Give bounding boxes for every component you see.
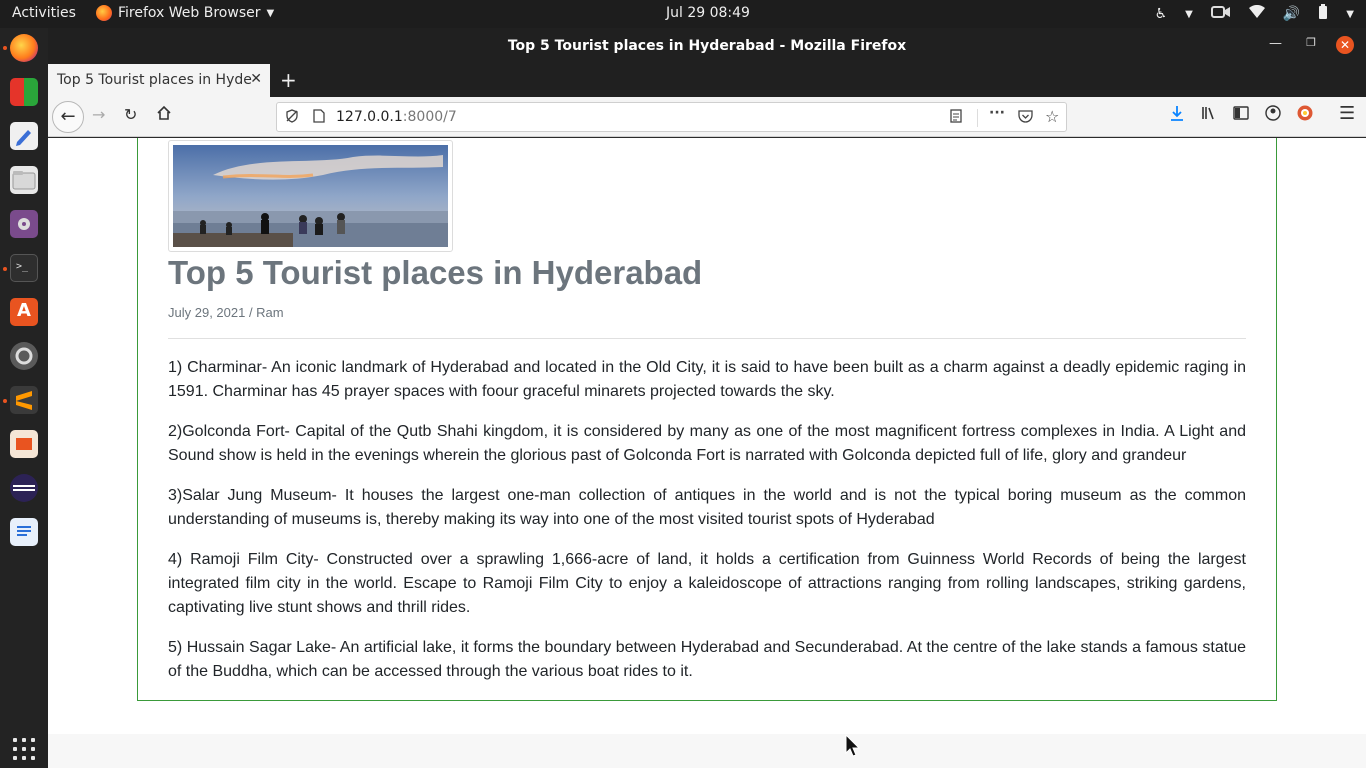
text-editor-icon[interactable] bbox=[10, 122, 38, 150]
page-info-icon[interactable] bbox=[313, 109, 325, 127]
chevron-down-icon: ▼ bbox=[266, 7, 275, 19]
library-icon[interactable] bbox=[1201, 105, 1217, 125]
close-window-button[interactable]: ✕ bbox=[1336, 36, 1354, 54]
page-actions-icon[interactable]: ··· bbox=[989, 105, 1005, 121]
url-host: 127.0.0.1 bbox=[336, 109, 403, 125]
reload-button[interactable]: ↻ bbox=[124, 105, 137, 124]
camera-icon[interactable] bbox=[1210, 5, 1231, 23]
sublime-text-icon[interactable] bbox=[10, 386, 38, 414]
chevron-down-icon: ▼ bbox=[1346, 8, 1354, 20]
wifi-icon[interactable] bbox=[1248, 4, 1265, 23]
terminal-icon[interactable]: >_ bbox=[10, 254, 38, 282]
battery-icon[interactable] bbox=[1318, 4, 1328, 24]
post-paragraph: 5) Hussain Sagar Lake- An artificial lak… bbox=[168, 639, 1246, 680]
window-title: Top 5 Tourist places in Hyderabad - Mozi… bbox=[507, 38, 907, 54]
pocket-icon[interactable] bbox=[1018, 109, 1033, 127]
volume-icon[interactable]: 🔊 bbox=[1283, 6, 1300, 22]
tab-active[interactable]: Top 5 Tourist places in Hyde ✕ bbox=[48, 64, 270, 97]
hamburger-menu-icon[interactable]: ☰ bbox=[1339, 103, 1355, 124]
urlbar-separator bbox=[977, 109, 978, 127]
post-thumbnail bbox=[168, 140, 453, 252]
new-tab-button[interactable]: + bbox=[280, 68, 297, 92]
eclipse-icon[interactable] bbox=[10, 474, 38, 502]
dock: >_ A bbox=[0, 28, 48, 768]
writer-icon[interactable] bbox=[10, 518, 38, 546]
back-button[interactable]: ← bbox=[52, 101, 84, 133]
accessibility-icon[interactable]: ♿ bbox=[1155, 6, 1168, 22]
bookmark-star-icon[interactable]: ☆ bbox=[1045, 107, 1059, 126]
url-bar[interactable]: 127.0.0.1:8000/7 ··· ☆ bbox=[276, 102, 1067, 132]
post-meta: July 29, 2021 / Ram bbox=[168, 305, 284, 320]
chevron-down-icon: ▼ bbox=[1185, 8, 1193, 20]
minimize-button[interactable]: — bbox=[1269, 36, 1282, 51]
activities-button[interactable]: Activities bbox=[12, 5, 76, 21]
tab-label: Top 5 Tourist places in Hyde bbox=[57, 72, 252, 88]
home-button[interactable] bbox=[156, 105, 172, 125]
navigation-toolbar: ← → ↻ 127.0.0.1:8000/7 ··· ☆ ☰ bbox=[48, 97, 1366, 137]
page-viewport: Top 5 Tourist places in Hyderabad July 2… bbox=[48, 138, 1366, 768]
software-center-icon[interactable]: A bbox=[10, 298, 38, 326]
running-indicator bbox=[3, 267, 7, 271]
firefox-icon[interactable] bbox=[10, 34, 38, 62]
post-paragraph: 2)Golconda Fort- Capital of the Qutb Sha… bbox=[168, 423, 1246, 464]
forward-button[interactable]: → bbox=[92, 105, 105, 124]
system-top-bar: Activities Firefox Web Browser ▼ Jul 29 … bbox=[0, 0, 1366, 28]
post-card: Top 5 Tourist places in Hyderabad July 2… bbox=[137, 138, 1277, 701]
post-body: 1) Charminar- An iconic landmark of Hyde… bbox=[168, 356, 1246, 700]
divider bbox=[168, 338, 1246, 339]
page-footer-area bbox=[48, 734, 1366, 768]
post-paragraph: 4) Ramoji Film City- Constructed over a … bbox=[168, 551, 1246, 616]
app-grid-icon[interactable] bbox=[13, 738, 35, 760]
duckduckgo-extension-icon[interactable] bbox=[1297, 105, 1313, 125]
sidebar-icon[interactable] bbox=[1233, 105, 1249, 124]
post-paragraph: 3)Salar Jung Museum- It houses the large… bbox=[168, 487, 1246, 528]
running-indicator bbox=[3, 46, 7, 50]
maximize-button[interactable]: ❐ bbox=[1306, 36, 1316, 49]
tab-bar: Top 5 Tourist places in Hyde ✕ + bbox=[48, 64, 1366, 97]
app-menu-label: Firefox Web Browser bbox=[118, 5, 261, 21]
url-path: :8000/7 bbox=[402, 109, 457, 125]
window-titlebar: Top 5 Tourist places in Hyderabad - Mozi… bbox=[48, 28, 1366, 64]
url-text[interactable]: 127.0.0.1:8000/7 bbox=[336, 109, 457, 125]
tracking-protection-icon[interactable] bbox=[285, 109, 299, 127]
account-icon[interactable] bbox=[1265, 105, 1281, 125]
firefox-small-icon bbox=[96, 5, 112, 21]
hyderabad-cityscape-image bbox=[173, 145, 448, 247]
post-title: Top 5 Tourist places in Hyderabad bbox=[168, 254, 703, 291]
running-indicator bbox=[3, 399, 7, 403]
system-tray[interactable]: ♿ ▼ 🔊 ▼ bbox=[1155, 4, 1354, 24]
settings-icon[interactable] bbox=[10, 342, 38, 370]
downloads-icon[interactable] bbox=[1170, 105, 1184, 125]
post-paragraph: 1) Charminar- An iconic landmark of Hyde… bbox=[168, 359, 1246, 400]
reader-view-icon[interactable] bbox=[949, 109, 963, 127]
app-menu[interactable]: Firefox Web Browser ▼ bbox=[96, 5, 274, 21]
files-icon[interactable] bbox=[10, 166, 38, 194]
video-player-icon[interactable] bbox=[10, 210, 38, 238]
presentation-icon[interactable] bbox=[10, 430, 38, 458]
close-tab-icon[interactable]: ✕ bbox=[250, 71, 262, 87]
clock[interactable]: Jul 29 08:49 bbox=[666, 5, 750, 21]
office-suite-icon[interactable] bbox=[10, 78, 38, 106]
